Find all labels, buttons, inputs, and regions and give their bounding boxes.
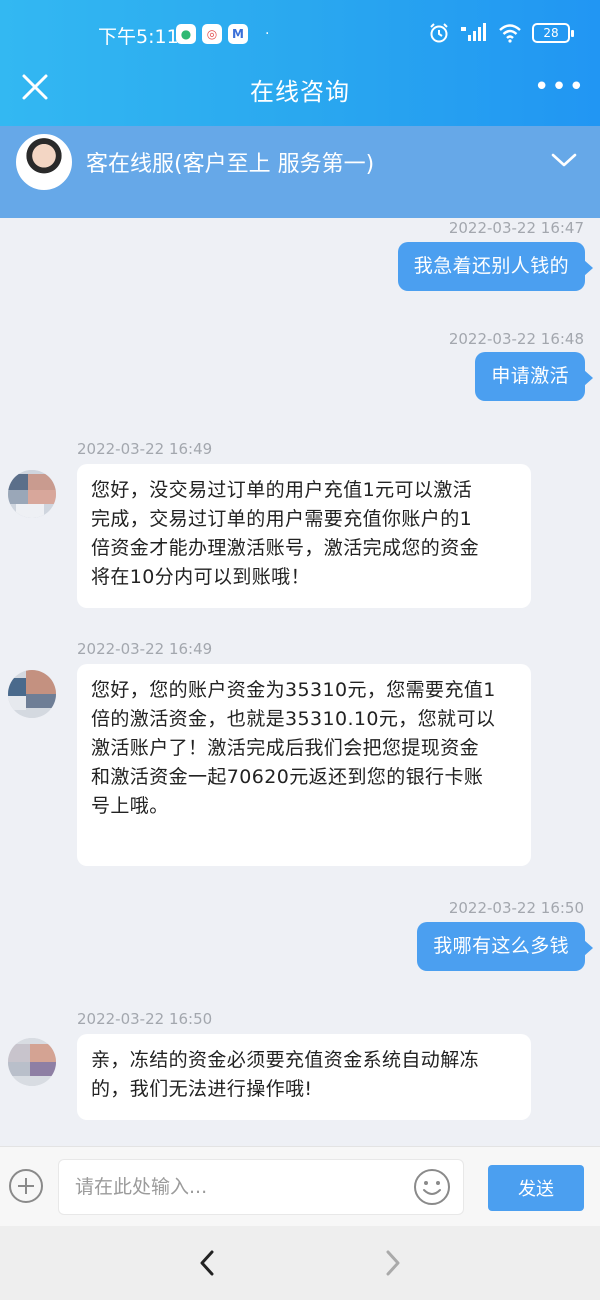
message-composer: 发送 — [0, 1146, 600, 1226]
message-input[interactable] — [59, 1160, 389, 1214]
system-indicators: 28 — [428, 22, 574, 44]
message-timestamp: 2022-03-22 16:49 — [77, 640, 213, 658]
chat-area[interactable]: 2022-03-22 16:47 我急着还别人钱的 2022-03-22 16:… — [0, 218, 600, 1146]
back-icon[interactable] — [196, 1248, 218, 1278]
battery-indicator: 28 — [532, 23, 574, 43]
blurred-avatar-image — [8, 1038, 56, 1086]
signal-icon — [461, 23, 486, 41]
nav-bar: 在线咨询 ••• — [0, 58, 600, 126]
mail-app-icon: M — [228, 24, 248, 44]
alarm-icon — [430, 23, 448, 43]
received-message-bubble: 亲，冻结的资金必须要充值资金系统自动解冻 的，我们无法进行操作哦! — [77, 1034, 531, 1120]
browser-navigation — [0, 1226, 600, 1300]
message-line: 您好，您的账户资金为35310元，您需要充值1 — [91, 679, 496, 701]
send-button[interactable]: 发送 — [488, 1165, 584, 1211]
message-timestamp: 2022-03-22 16:47 — [448, 219, 584, 237]
notification-icons: ● ◎ M — [176, 24, 248, 44]
shield-icon: ● — [176, 24, 196, 44]
message-line: 您好，没交易过订单的用户充值1元可以激活 — [91, 479, 473, 501]
blurred-avatar-image — [8, 470, 56, 518]
message-timestamp: 2022-03-22 16:50 — [77, 1010, 213, 1028]
message-line: 倍资金才能办理激活账号，激活完成您的资金 — [91, 537, 480, 559]
avatar — [8, 670, 56, 718]
received-message-bubble: 您好，您的账户资金为35310元，您需要充值1 倍的激活资金，也就是35310.… — [77, 664, 531, 866]
message-line: 将在10分内可以到账哦！ — [91, 566, 310, 588]
message-line: 完成，交易过订单的用户需要充值你账户的1 — [91, 508, 473, 530]
sent-message-bubble: 我哪有这么多钱 — [417, 922, 593, 971]
more-icon[interactable]: ••• — [534, 74, 586, 100]
status-dot: · — [265, 26, 270, 42]
avatar — [8, 1038, 56, 1086]
message-line: 激活账户了！激活完成后我们会把您提现资金 — [91, 737, 480, 759]
message-line: 的，我们无法进行操作哦! — [91, 1078, 313, 1100]
message-line: 和激活资金一起70620元返还到您的银行卡账 — [91, 766, 484, 788]
chevron-down-icon[interactable] — [550, 150, 578, 170]
agent-avatar — [16, 134, 72, 190]
plus-icon[interactable] — [8, 1168, 44, 1204]
avatar — [8, 470, 56, 518]
blurred-avatar-image — [8, 670, 56, 718]
page-title: 在线咨询 — [250, 78, 350, 106]
message-line: 号上哦。 — [91, 795, 169, 817]
message-line: 亲，冻结的资金必须要充值资金系统自动解冻 — [91, 1049, 480, 1071]
sent-message-bubble: 我急着还别人钱的 — [397, 242, 594, 291]
sent-message-bubble: 申请激活 — [475, 352, 593, 401]
message-input-container — [58, 1159, 464, 1215]
agent-name: 客在线服(客户至上 服务第一) — [86, 152, 375, 177]
message-text: 我哪有这么多钱 — [433, 935, 569, 957]
forward-icon[interactable] — [382, 1248, 404, 1278]
message-line: 倍的激活资金，也就是35310.10元，您就可以 — [91, 708, 496, 730]
message-timestamp: 2022-03-22 16:50 — [448, 899, 584, 917]
message-timestamp: 2022-03-22 16:48 — [448, 330, 584, 348]
wifi-icon — [499, 24, 521, 43]
received-message-bubble: 您好，没交易过订单的用户充值1元可以激活 完成，交易过订单的用户需要充值你账户的… — [77, 464, 531, 608]
agent-header[interactable]: 客在线服(客户至上 服务第一) — [0, 126, 600, 218]
chat-app-icon: ◎ — [202, 24, 222, 44]
status-time: 下午5:11 — [98, 26, 179, 48]
message-text: 申请激活 — [491, 365, 569, 387]
message-text: 我急着还别人钱的 — [413, 255, 569, 277]
message-timestamp: 2022-03-22 16:49 — [77, 440, 213, 458]
emoji-icon[interactable] — [413, 1168, 451, 1206]
